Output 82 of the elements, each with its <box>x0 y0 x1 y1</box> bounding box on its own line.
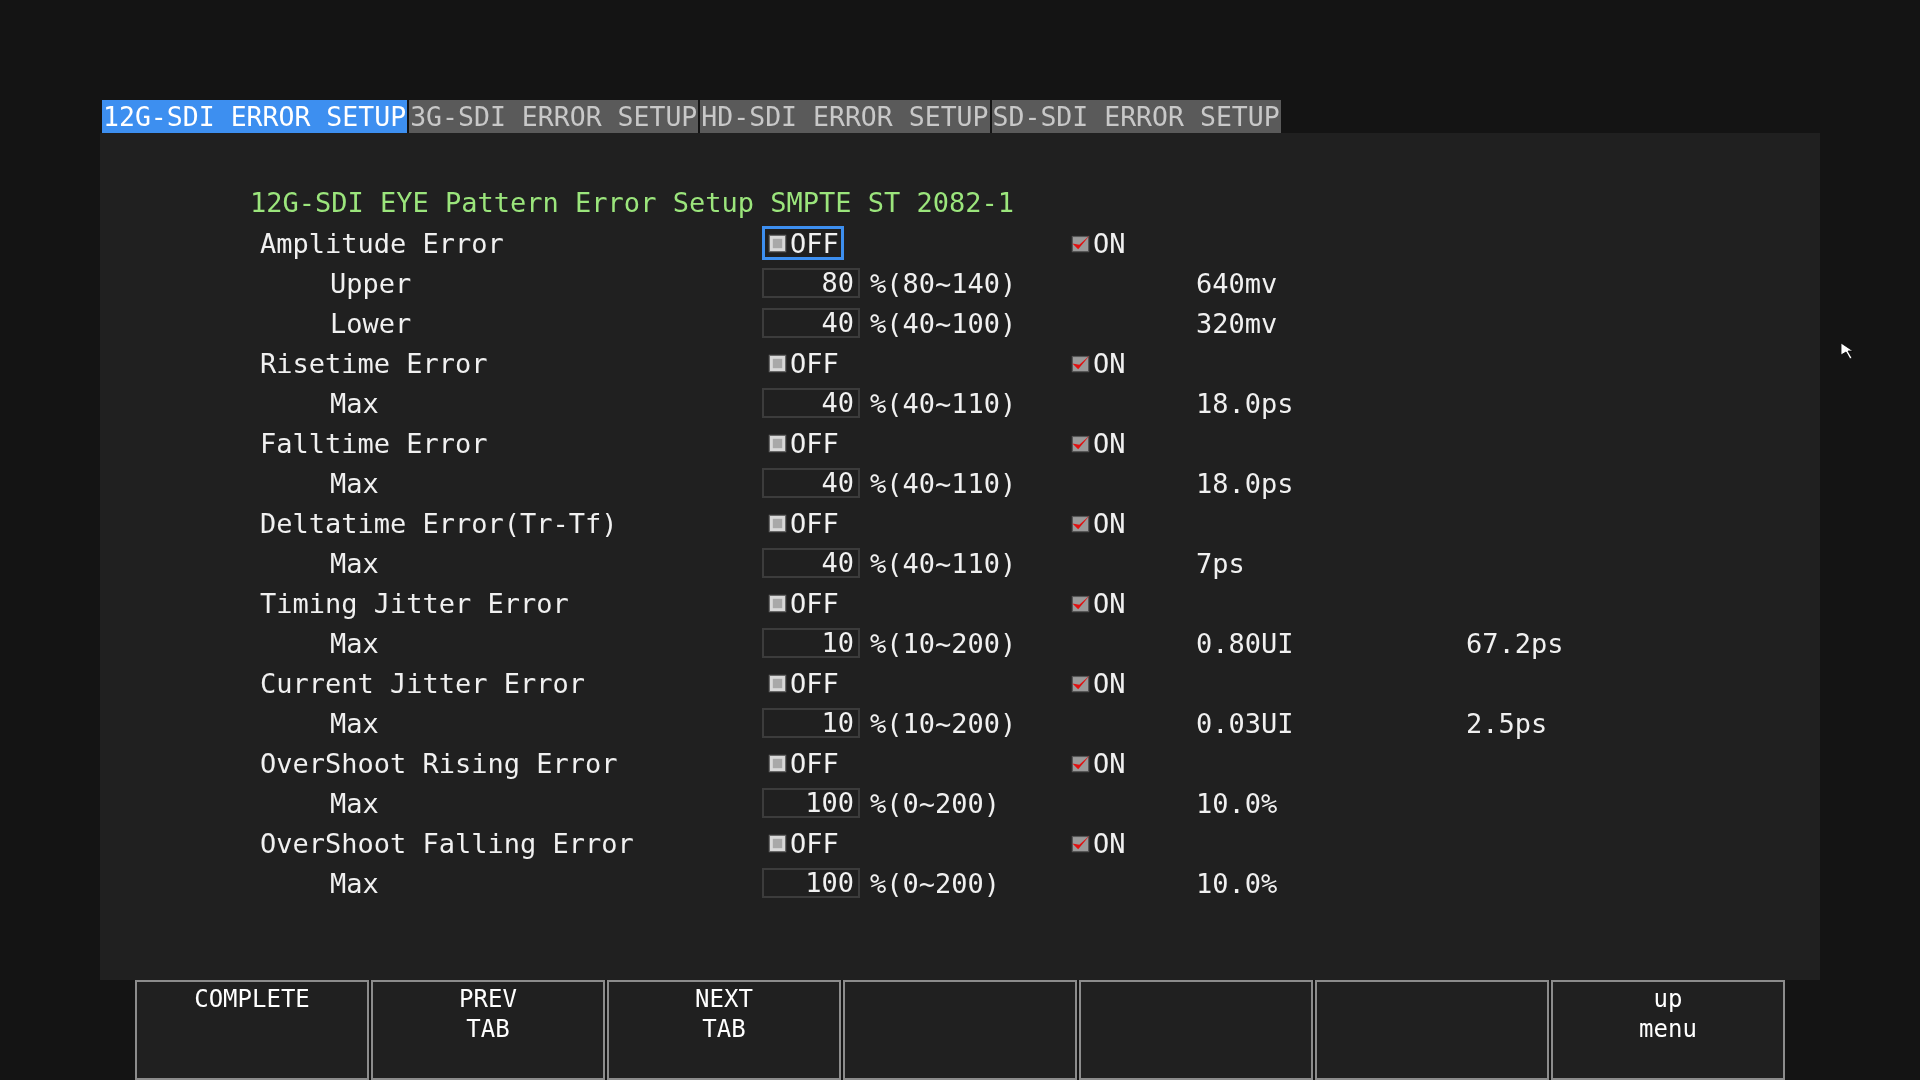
softkey[interactable] <box>843 980 1077 1080</box>
reading-text: 67.2ps <box>1466 627 1565 659</box>
radio-option[interactable]: ON <box>1065 666 1131 700</box>
field-label: Max <box>329 707 380 739</box>
value-field[interactable]: 100 <box>762 868 860 898</box>
field-label: Max <box>329 867 380 899</box>
softkey[interactable]: COMPLETE <box>135 980 369 1080</box>
value-field[interactable]: 100 <box>762 788 860 818</box>
softkey[interactable] <box>1315 980 1549 1080</box>
range-text: %(40~110) <box>870 467 1018 499</box>
field-label: Upper <box>329 267 413 299</box>
setting-label: OverShoot Falling Error <box>259 827 635 859</box>
field-label: Max <box>329 787 380 819</box>
range-text: %(0~200) <box>870 787 1002 819</box>
reading-text: 0.03UI <box>1196 707 1295 739</box>
reading-text: 10.0% <box>1196 787 1279 819</box>
reading-text: 18.0ps <box>1196 387 1295 419</box>
section-heading: 12G-SDI EYE Pattern Error Setup SMPTE ST 2082-1 <box>250 186 1015 220</box>
field-label: Max <box>329 467 380 499</box>
reading-text: 18.0ps <box>1196 467 1295 499</box>
field-label: Lower <box>329 307 413 339</box>
setting-label: Current Jitter Error <box>259 667 587 699</box>
radio-option[interactable]: ON <box>1065 226 1131 260</box>
unchecked-box-icon <box>767 512 788 534</box>
softkey[interactable]: up menu <box>1551 980 1785 1080</box>
range-text: %(40~110) <box>870 387 1018 419</box>
radio-option[interactable]: OFF <box>762 746 844 780</box>
tab[interactable]: 3G-SDI ERROR SETUP <box>409 100 699 133</box>
tab[interactable]: SD-SDI ERROR SETUP <box>991 100 1281 133</box>
field-label: Max <box>329 627 380 659</box>
setting-label: Risetime Error <box>259 347 489 379</box>
value-field[interactable]: 80 <box>762 268 860 298</box>
softkey[interactable]: NEXT TAB <box>607 980 841 1080</box>
radio-option[interactable]: ON <box>1065 746 1131 780</box>
setting-label: Deltatime Error(Tr-Tf) <box>259 507 619 539</box>
radio-option[interactable]: OFF <box>762 666 844 700</box>
range-text: %(10~200) <box>870 707 1018 739</box>
radio-option[interactable]: ON <box>1065 586 1131 620</box>
value-field[interactable]: 40 <box>762 468 860 498</box>
setting-label: OverShoot Rising Error <box>259 747 619 779</box>
reading-text: 640mv <box>1196 267 1279 299</box>
reading-text: 0.80UI <box>1196 627 1295 659</box>
unchecked-box-icon <box>767 832 788 854</box>
unchecked-box-icon <box>767 352 788 374</box>
range-text: %(40~110) <box>870 547 1018 579</box>
softkey[interactable]: PREV TAB <box>371 980 605 1080</box>
value-field[interactable]: 40 <box>762 308 860 338</box>
range-text: %(10~200) <box>870 627 1018 659</box>
unchecked-box-icon <box>767 752 788 774</box>
radio-option[interactable]: OFF <box>762 346 844 380</box>
setting-label: Amplitude Error <box>259 227 505 259</box>
radio-option[interactable]: OFF <box>762 506 844 540</box>
cursor-icon <box>1841 343 1855 359</box>
radio-option[interactable]: OFF <box>762 826 844 860</box>
setting-label: Falltime Error <box>259 427 489 459</box>
radio-option[interactable]: ON <box>1065 426 1131 460</box>
unchecked-box-icon <box>767 592 788 614</box>
range-text: %(40~100) <box>870 307 1018 339</box>
field-label: Max <box>329 387 380 419</box>
radio-option[interactable]: OFF <box>762 586 844 620</box>
unchecked-box-icon <box>767 232 788 254</box>
setting-label: Timing Jitter Error <box>259 587 570 619</box>
radio-option[interactable]: ON <box>1065 826 1131 860</box>
radio-option[interactable]: OFF <box>762 426 844 460</box>
radio-option[interactable]: ON <box>1065 506 1131 540</box>
range-text: %(80~140) <box>870 267 1018 299</box>
value-field[interactable]: 40 <box>762 548 860 578</box>
softkey[interactable] <box>1079 980 1313 1080</box>
radio-option[interactable]: ON <box>1065 346 1131 380</box>
unchecked-box-icon <box>767 432 788 454</box>
reading-text: 10.0% <box>1196 867 1279 899</box>
unchecked-box-icon <box>767 672 788 694</box>
field-label: Max <box>329 547 380 579</box>
value-field[interactable]: 40 <box>762 388 860 418</box>
reading-text: 2.5ps <box>1466 707 1549 739</box>
reading-text: 7ps <box>1196 547 1246 579</box>
reading-text: 320mv <box>1196 307 1279 339</box>
value-field[interactable]: 10 <box>762 708 860 738</box>
value-field[interactable]: 10 <box>762 628 860 658</box>
range-text: %(0~200) <box>870 867 1002 899</box>
radio-option[interactable]: OFF <box>762 226 844 260</box>
tab[interactable]: HD-SDI ERROR SETUP <box>700 100 990 133</box>
